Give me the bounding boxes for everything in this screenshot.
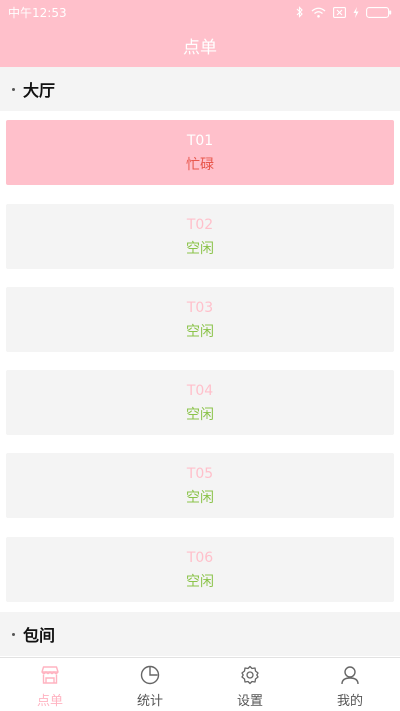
section-label: 包间: [23, 626, 56, 645]
charging-icon: [353, 6, 359, 18]
status-icons: [296, 6, 392, 18]
wifi-icon: [311, 7, 326, 18]
section-label: 大厅: [23, 81, 56, 100]
table-status: 空闲: [186, 489, 214, 506]
tab-profile[interactable]: 我的: [300, 658, 400, 711]
status-bar: 中午12:53: [0, 0, 400, 24]
gear-icon: [241, 665, 259, 685]
section-header-private-room: 包间: [0, 612, 400, 656]
table-name: T04: [186, 382, 214, 399]
tab-label: 我的: [336, 694, 363, 709]
table-status: 空闲: [186, 323, 214, 340]
table-name: T02: [186, 216, 214, 233]
bluetooth-icon: [296, 6, 303, 18]
table-card-t05[interactable]: T05 空闲: [6, 453, 394, 518]
table-card-t01[interactable]: T01 忙碌: [6, 120, 394, 185]
table-name: T03: [186, 299, 214, 316]
bottom-tab-bar: 点单 统计 设置 我的: [0, 657, 400, 711]
user-icon: [341, 666, 359, 685]
page-title: 点单: [183, 38, 217, 58]
table-card-t02[interactable]: T02 空闲: [6, 204, 394, 269]
tab-statistics[interactable]: 统计: [100, 658, 200, 711]
table-status: 空闲: [186, 406, 214, 423]
table-name: T01: [186, 132, 214, 149]
table-status: 忙碌: [186, 156, 214, 173]
battery-icon: [366, 6, 392, 18]
table-card-t06[interactable]: T06 空闲: [6, 537, 394, 602]
section-header-hall: 大厅: [0, 67, 400, 111]
store-icon: [41, 666, 59, 684]
pie-chart-icon: [140, 665, 160, 685]
table-name: T05: [186, 465, 214, 482]
sim-off-icon: [333, 6, 346, 18]
tab-label: 设置: [236, 694, 263, 709]
tab-order[interactable]: 点单: [0, 658, 100, 711]
tab-label: 点单: [36, 694, 63, 709]
table-name: T06: [186, 549, 214, 566]
header-bar: 中午12:53 点单: [0, 0, 400, 67]
table-status: 空闲: [186, 573, 214, 590]
table-card-t03[interactable]: T03 空闲: [6, 287, 394, 352]
status-time: 中午12:53: [8, 5, 67, 20]
tab-label: 统计: [136, 694, 163, 709]
tab-settings[interactable]: 设置: [200, 658, 300, 711]
section-dot: [12, 87, 15, 91]
table-card-t04[interactable]: T04 空闲: [6, 370, 394, 435]
section-dot: [12, 632, 15, 636]
table-status: 空闲: [186, 240, 214, 257]
